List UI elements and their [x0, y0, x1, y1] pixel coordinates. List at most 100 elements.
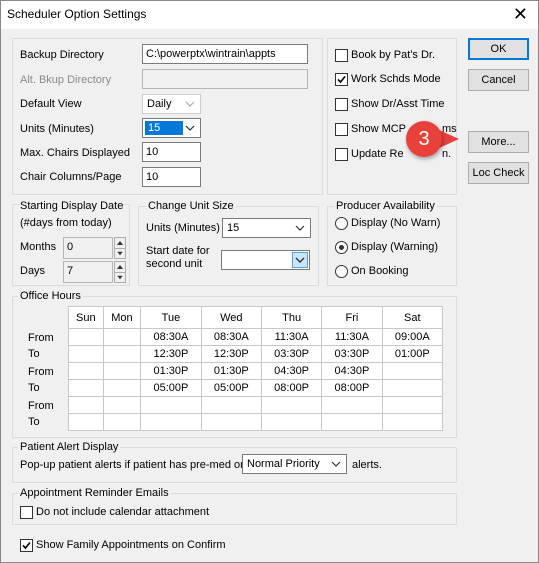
hours-cell-sun[interactable]: [68, 362, 104, 380]
hours-cell-thu[interactable]: [260, 413, 323, 431]
alt-backup-directory-label: Alt. Bkup Directory: [20, 74, 112, 86]
alert-priority-select[interactable]: Normal Priority: [242, 454, 347, 474]
chevron-down-icon: [185, 125, 195, 131]
hours-cell-tue[interactable]: 05:00P: [140, 379, 202, 397]
hours-cell-thu[interactable]: 11:30A: [260, 328, 323, 346]
hours-cell-sun[interactable]: [68, 379, 104, 397]
no-calendar-attachment-checkbox[interactable]: [20, 506, 33, 519]
hours-cell-sun[interactable]: [68, 328, 104, 346]
starting-display-date-title: Starting Display Date: [20, 200, 124, 212]
show-dr-asst-time-checkbox[interactable]: [335, 98, 348, 111]
spin-up-icon[interactable]: [115, 238, 125, 248]
spin-down-icon[interactable]: [115, 248, 125, 258]
update-re-label: Update Re: [351, 148, 404, 160]
hours-cell-mon[interactable]: [102, 396, 142, 414]
row-label-from-2: From: [28, 366, 54, 378]
hours-cell-fri[interactable]: 11:30A: [321, 328, 383, 346]
hours-cell-thu[interactable]: [260, 396, 323, 414]
hours-cell-tue[interactable]: 08:30A: [140, 328, 202, 346]
hours-cell-fri[interactable]: [321, 396, 383, 414]
hours-cell-tue[interactable]: [140, 396, 202, 414]
chevron-down-icon: [295, 257, 305, 263]
max-chairs-field[interactable]: 10: [142, 142, 201, 162]
book-by-pat-dr-checkbox[interactable]: [335, 49, 348, 62]
hours-cell-wed[interactable]: 05:00P: [200, 379, 262, 397]
hours-cell-wed[interactable]: 12:30P: [200, 345, 262, 363]
hours-cell-thu[interactable]: 08:00P: [260, 379, 323, 397]
hours-cell-sat[interactable]: [381, 413, 444, 431]
hours-cell-sat[interactable]: [381, 379, 444, 397]
title-bar: Scheduler Option Settings ✕: [1, 1, 538, 29]
hours-cell-fri[interactable]: [321, 413, 383, 431]
office-hours-row: 12:30P 12:30P 03:30P 03:30P 01:00P: [68, 345, 444, 363]
hours-cell-mon[interactable]: [102, 379, 142, 397]
hours-cell-sat[interactable]: 01:00P: [381, 345, 444, 363]
second-unit-date-picker[interactable]: [221, 250, 310, 270]
show-mcp-label: Show MCP: [351, 123, 407, 135]
hours-cell-wed[interactable]: 01:30P: [200, 362, 262, 380]
hours-cell-fri[interactable]: 08:00P: [321, 379, 383, 397]
hours-cell-sun[interactable]: [68, 413, 104, 431]
hours-cell-mon[interactable]: [102, 413, 142, 431]
checkmark-icon: [22, 541, 31, 550]
day-header-fri: Fri: [321, 306, 383, 329]
hours-cell-sun[interactable]: [68, 396, 104, 414]
start-date-label-line1: Start date for: [146, 245, 210, 257]
spin-up-icon[interactable]: [115, 262, 125, 272]
show-mcp-checkbox[interactable]: [335, 123, 348, 136]
days-field[interactable]: 7: [63, 261, 113, 283]
chevron-down-icon: [295, 225, 305, 231]
hours-cell-wed[interactable]: 08:30A: [200, 328, 262, 346]
hours-cell-wed[interactable]: [200, 396, 262, 414]
calendar-dropdown-button[interactable]: [292, 252, 308, 268]
radio-selected-dot: [339, 245, 344, 250]
cancel-button[interactable]: Cancel: [468, 69, 529, 91]
hours-cell-tue[interactable]: 12:30P: [140, 345, 202, 363]
hours-cell-mon[interactable]: [102, 328, 142, 346]
day-header-tue: Tue: [140, 306, 202, 329]
months-field[interactable]: 0: [63, 237, 113, 259]
display-no-warn-radio[interactable]: [335, 217, 348, 230]
months-spinner[interactable]: [114, 237, 126, 259]
chair-columns-field[interactable]: 10: [142, 167, 201, 187]
update-re-checkbox[interactable]: [335, 148, 348, 161]
on-booking-radio[interactable]: [335, 265, 348, 278]
alert-priority-value: Normal Priority: [247, 458, 320, 470]
day-header-wed: Wed: [200, 306, 262, 329]
ok-button[interactable]: OK: [468, 38, 529, 60]
office-hours-grid[interactable]: Sun Mon Tue Wed Thu Fri Sat 08:30A 08:30A…: [68, 306, 444, 431]
display-warning-radio[interactable]: [335, 241, 348, 254]
hours-cell-thu[interactable]: 04:30P: [260, 362, 323, 380]
hours-cell-sat[interactable]: [381, 396, 444, 414]
hours-cell-tue[interactable]: 01:30P: [140, 362, 202, 380]
work-schds-mode-checkbox[interactable]: [335, 73, 348, 86]
row-label-from-1: From: [28, 332, 54, 344]
hours-cell-mon[interactable]: [102, 345, 142, 363]
units-minutes-select[interactable]: 15: [142, 118, 201, 138]
unit-size-units-value: 15: [227, 222, 240, 234]
backup-directory-field[interactable]: C:\powerptx\wintrain\appts: [142, 44, 308, 64]
reminder-emails-title: Appointment Reminder Emails: [18, 487, 171, 499]
show-family-appointments-checkbox[interactable]: [20, 539, 33, 552]
scheduler-option-settings-dialog: Scheduler Option Settings ✕ Backup Direc…: [0, 0, 539, 563]
hours-cell-sat[interactable]: [381, 362, 444, 380]
producer-availability-title: Producer Availability: [334, 200, 437, 212]
unit-size-units-select[interactable]: 15: [222, 218, 311, 238]
hours-cell-sun[interactable]: [68, 345, 104, 363]
hours-cell-thu[interactable]: 03:30P: [260, 345, 323, 363]
hours-cell-fri[interactable]: 04:30P: [321, 362, 383, 380]
days-spinner[interactable]: [114, 261, 126, 283]
hours-cell-mon[interactable]: [102, 362, 142, 380]
more-button[interactable]: More...: [468, 131, 529, 153]
hours-cell-sat[interactable]: 09:00A: [381, 328, 444, 346]
backup-directory-label: Backup Directory: [20, 49, 104, 61]
office-hours-title: Office Hours: [18, 290, 83, 302]
hours-cell-fri[interactable]: 03:30P: [321, 345, 383, 363]
alt-backup-directory-field[interactable]: [142, 69, 308, 89]
spin-down-icon[interactable]: [115, 272, 125, 282]
hours-cell-tue[interactable]: [140, 413, 202, 431]
hours-cell-wed[interactable]: [200, 413, 262, 431]
default-view-select[interactable]: Daily: [142, 94, 201, 114]
close-icon[interactable]: ✕: [513, 4, 528, 24]
loc-check-button[interactable]: Loc Check: [468, 162, 529, 184]
